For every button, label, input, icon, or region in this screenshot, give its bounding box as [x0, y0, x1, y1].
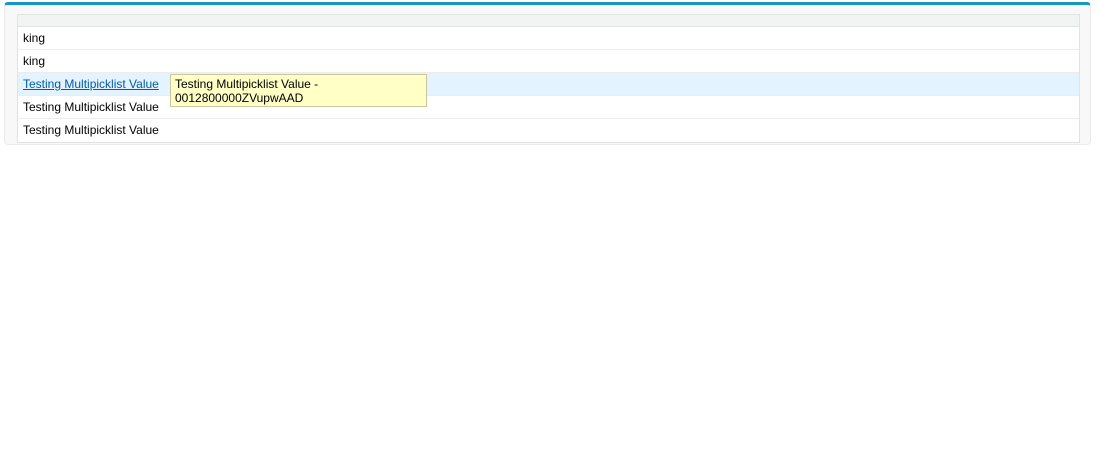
list-item-label: Testing Multipicklist Value	[23, 123, 159, 137]
tooltip-line-1: Testing Multipicklist Value -	[175, 77, 319, 91]
list-item[interactable]: Testing Multipicklist Value	[18, 119, 1079, 142]
hover-tooltip: Testing Multipicklist Value - 0012800000…	[170, 74, 427, 107]
list-item[interactable]: king	[18, 50, 1079, 73]
list-item-label: Testing Multipicklist Value	[23, 100, 159, 114]
list-header	[18, 15, 1079, 27]
list-item-link[interactable]: Testing Multipicklist Value	[23, 77, 159, 91]
results-panel: king king Testing Multipicklist Value Te…	[4, 2, 1091, 145]
list-item[interactable]: king	[18, 27, 1079, 50]
list-item-label: king	[23, 31, 46, 45]
tooltip-line-2: 0012800000ZVupwAAD	[175, 91, 304, 105]
list-item-label: king	[23, 54, 46, 68]
